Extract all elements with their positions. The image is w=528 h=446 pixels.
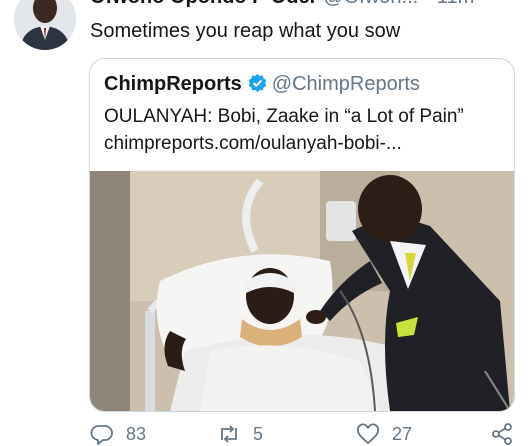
timestamp[interactable]: 11m	[437, 0, 474, 8]
reply-icon	[90, 425, 113, 445]
reply-button[interactable]: 83	[90, 422, 146, 446]
quoted-headline: OULANYAH: Bobi, Zaake in “a Lot of Pain”	[104, 106, 464, 127]
reply-count: 83	[126, 424, 147, 444]
tweet[interactable]: Ofwono Opondo P Oder @Ofwon... · 11m Someti…	[0, 0, 528, 445]
like-button[interactable]: 27	[356, 422, 412, 446]
quoted-photo[interactable]	[90, 171, 514, 411]
quoted-author-name: ChimpReports	[104, 73, 242, 95]
verified-badge-icon	[247, 73, 268, 94]
author-handle[interactable]: @Ofwon...	[323, 0, 418, 8]
share-icon	[492, 423, 512, 445]
retweet-button[interactable]: 5	[217, 422, 263, 446]
like-icon	[357, 423, 379, 445]
chevron-down-icon[interactable]	[496, 0, 512, 4]
like-count: 27	[392, 424, 413, 444]
quoted-author-handle: @ChimpReports	[271, 73, 420, 95]
tweet-text: Sometimes you reap what you sow	[90, 20, 401, 42]
separator: ·	[424, 0, 431, 8]
tweet-actions: 83 5 27	[90, 422, 522, 446]
avatar[interactable]	[14, 0, 76, 50]
author-name[interactable]: Ofwono Opondo P Oder	[90, 0, 317, 8]
share-button[interactable]	[490, 422, 514, 446]
retweet-count: 5	[253, 424, 264, 444]
quoted-link[interactable]: chimpreports.com/oulanyah-bobi-...	[104, 131, 402, 156]
retweet-icon	[221, 425, 237, 443]
quoted-tweet[interactable]: ChimpReports @ChimpReports OULANYAH: Bobi…	[89, 58, 515, 412]
tweet-header: Ofwono Opondo P Oder @Ofwon... · 11m	[90, 0, 474, 8]
quoted-tweet-header: ChimpReports @ChimpReports	[104, 71, 420, 97]
